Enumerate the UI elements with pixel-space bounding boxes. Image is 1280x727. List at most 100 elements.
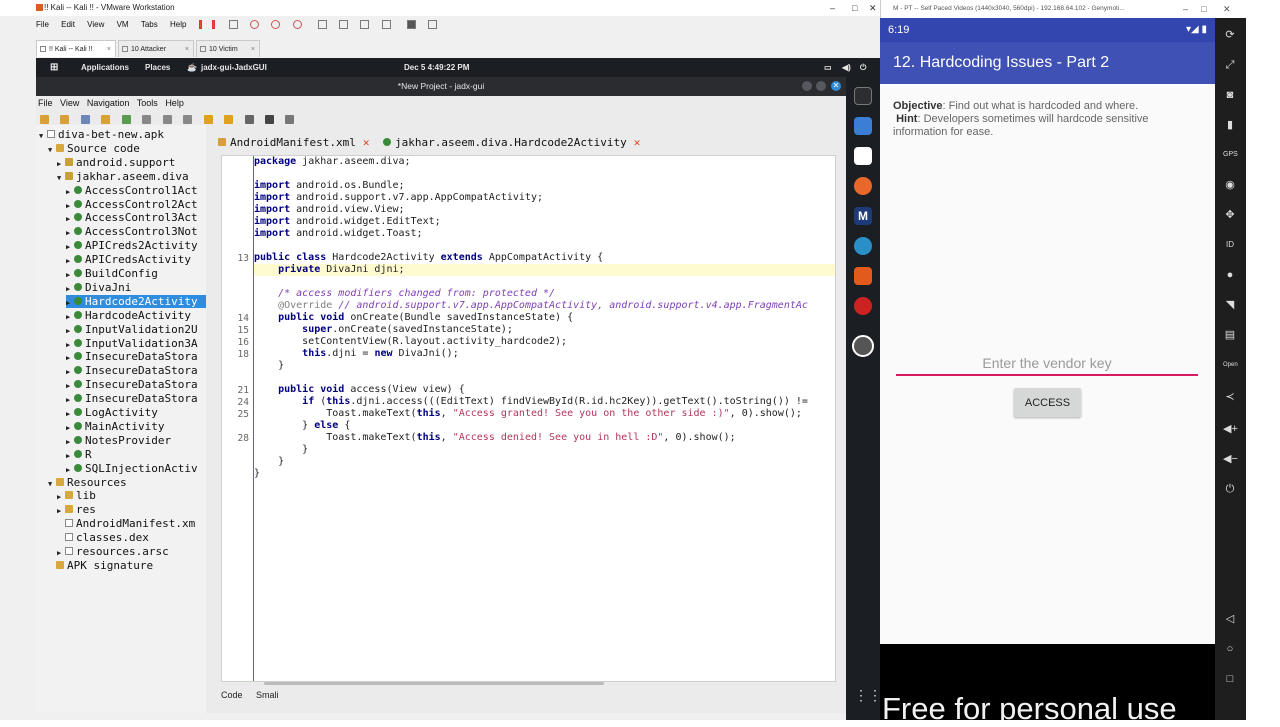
maximize-icon[interactable]: □ <box>852 0 857 16</box>
thumbnail-icon[interactable] <box>339 20 349 30</box>
tab-victim[interactable]: 10 Victim × <box>196 40 260 57</box>
network-icon[interactable]: ◥ <box>1223 298 1237 312</box>
collapse-arrow-icon[interactable]: ▼ <box>57 172 65 183</box>
tree-item[interactable]: ▶ InputValidation2U <box>66 323 206 336</box>
expand-arrow-icon[interactable]: ▶ <box>66 380 74 391</box>
code-line[interactable]: public class Hardcode2Activity extends A… <box>254 252 603 264</box>
menu-tools[interactable]: Tools <box>137 98 158 108</box>
open-file-icon[interactable] <box>40 115 49 124</box>
code-line[interactable]: private DivaJni djni; <box>254 264 835 276</box>
tree-item[interactable]: APK signature <box>48 559 206 572</box>
camera-icon[interactable]: ◙ <box>1223 88 1237 102</box>
tree-item[interactable]: ▶ android.support <box>57 156 206 169</box>
tree-item[interactable]: ▼ Resources <box>48 476 206 489</box>
recents-icon[interactable]: □ <box>1223 672 1237 686</box>
tab-hardcode2activity[interactable]: jakhar.aseem.diva.Hardcode2Activity ✕ <box>383 133 640 153</box>
active-app-label[interactable]: jadx-gui-JadxGUI <box>201 58 267 77</box>
applications-menu[interactable]: Applications <box>81 58 129 77</box>
fullscreen-icon[interactable]: ⤢ <box>1223 58 1237 72</box>
sms-icon[interactable]: ▤ <box>1223 328 1237 342</box>
gps-icon[interactable]: GPS <box>1223 148 1238 162</box>
tree-item[interactable]: ▶ AccessControl2Act <box>66 198 206 211</box>
firefox-icon[interactable] <box>854 177 872 195</box>
find-class-icon[interactable] <box>183 115 193 124</box>
menu-vm[interactable]: VM <box>117 16 129 34</box>
vendor-key-input[interactable] <box>896 352 1198 376</box>
expand-arrow-icon[interactable]: ▶ <box>66 255 74 266</box>
close-icon[interactable]: × <box>251 41 255 58</box>
expand-arrow-icon[interactable]: ▶ <box>66 269 74 280</box>
places-menu[interactable]: Places <box>145 58 170 77</box>
close-icon[interactable]: ✕ <box>869 0 877 16</box>
flatten-icon[interactable] <box>142 115 152 124</box>
expand-arrow-icon[interactable]: ▶ <box>66 297 74 308</box>
battery-icon[interactable]: ▮ <box>1223 118 1237 132</box>
wireshark-icon[interactable] <box>854 237 872 255</box>
volume-up-icon[interactable]: ◀+ <box>1223 422 1238 436</box>
tree-item[interactable]: ▶ InsecureDataStora <box>66 350 206 363</box>
back-icon[interactable]: ◁ <box>1223 612 1237 626</box>
console-icon[interactable] <box>406 20 416 30</box>
expand-arrow-icon[interactable]: ▶ <box>66 408 74 419</box>
tree-item[interactable]: ▶ APICredsActivity <box>66 253 206 266</box>
volume-down-icon[interactable]: ◀− <box>1223 452 1238 466</box>
display-icon[interactable]: ▭ <box>824 58 832 77</box>
menu-view[interactable]: View <box>60 98 79 108</box>
menu-edit[interactable]: Edit <box>61 16 75 34</box>
expand-arrow-icon[interactable]: ▶ <box>66 213 74 224</box>
tree-item[interactable]: AndroidManifest.xm <box>57 517 206 530</box>
search-icon[interactable] <box>162 115 172 124</box>
code-line[interactable]: package jakhar.aseem.diva; <box>254 156 411 168</box>
back-icon[interactable] <box>203 115 213 124</box>
menu-file[interactable]: File <box>36 16 49 34</box>
expand-arrow-icon[interactable]: ▶ <box>66 283 74 294</box>
code-line[interactable]: this.djni = new DivaJni(); <box>254 348 459 360</box>
expand-arrow-icon[interactable]: ▶ <box>66 366 74 377</box>
expand-arrow-icon[interactable]: ▶ <box>66 464 74 475</box>
expand-arrow-icon[interactable]: ▶ <box>66 422 74 433</box>
grid-icon[interactable]: ⊞ <box>50 58 58 77</box>
close-icon[interactable]: ✕ <box>831 81 841 91</box>
tree-item[interactable]: ▶ BuildConfig <box>66 267 206 280</box>
maximize-icon[interactable] <box>816 81 826 91</box>
fullscreen-icon[interactable] <box>360 20 370 30</box>
tree-item[interactable]: ▶ NotesProvider <box>66 434 206 447</box>
expand-arrow-icon[interactable]: ▶ <box>57 505 65 516</box>
volume-icon[interactable]: ◀) <box>842 58 851 77</box>
tree-item[interactable]: ▼ jakhar.aseem.diva <box>57 170 206 183</box>
tree-item[interactable]: ▶ Hardcode2Activity <box>66 294 206 308</box>
share-icon[interactable]: ≺ <box>1223 390 1237 404</box>
code-line[interactable]: import android.widget.Toast; <box>254 228 423 240</box>
webcam-icon[interactable]: ◉ <box>1223 178 1237 192</box>
identifiers-icon[interactable]: ID <box>1223 238 1237 252</box>
tree-item[interactable]: ▶ InsecureDataStora <box>66 364 206 377</box>
save-icon[interactable] <box>80 115 90 124</box>
document-icon[interactable] <box>854 147 872 165</box>
expand-arrow-icon[interactable]: ▶ <box>66 394 74 405</box>
code-line[interactable]: } else { <box>254 420 350 432</box>
code-line[interactable]: public void onCreate(Bundle savedInstanc… <box>254 312 573 324</box>
minimize-icon[interactable]: – <box>1183 0 1188 18</box>
pause-icon[interactable] <box>198 20 202 30</box>
tree-item[interactable]: ▶ SQLInjectionActiv <box>66 462 206 475</box>
tab-kali[interactable]: !! Kali -- Kali !! × <box>36 40 116 57</box>
code-line[interactable]: @Override // android.support.v7.app.AppC… <box>254 300 808 312</box>
minimize-icon[interactable]: – <box>830 0 835 16</box>
tree-item[interactable]: ▶ MainActivity <box>66 420 206 433</box>
tree-item[interactable]: ▶ InsecureDataStora <box>66 392 206 405</box>
code-line[interactable]: } <box>254 444 308 456</box>
expand-arrow-icon[interactable]: ▶ <box>66 325 74 336</box>
tree-item[interactable]: classes.dex <box>57 531 206 544</box>
code-line[interactable]: super.onCreate(savedInstanceState); <box>254 324 513 336</box>
code-line[interactable]: Toast.makeText(this, "Access granted! Se… <box>254 408 802 420</box>
files-icon[interactable] <box>854 117 872 135</box>
menu-help[interactable]: Help <box>165 98 184 108</box>
tab-attacker[interactable]: 10 Attacker × <box>118 40 194 57</box>
code-line[interactable]: import android.widget.EditText; <box>254 216 441 228</box>
code-line[interactable]: } <box>254 360 284 372</box>
code-line[interactable]: } <box>254 456 284 468</box>
cherrytree-icon[interactable] <box>854 297 872 315</box>
tree-item[interactable]: ▶ resources.arsc <box>57 545 206 558</box>
expand-arrow-icon[interactable]: ▶ <box>57 158 65 169</box>
code-line[interactable]: if (this.djni.access(((EditText) findVie… <box>254 396 808 408</box>
